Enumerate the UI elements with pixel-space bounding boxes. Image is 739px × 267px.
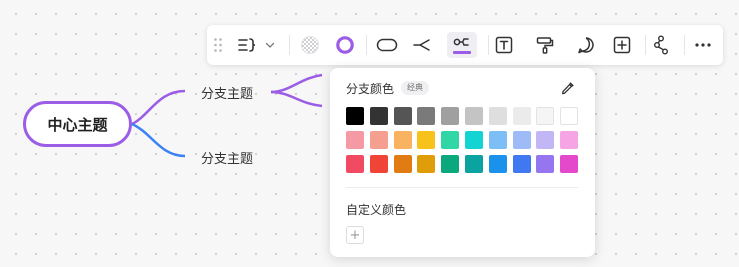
- comment-icon: [578, 37, 594, 54]
- color-swatch[interactable]: [417, 131, 436, 149]
- branch-color-palette: 分支颜色 经典 自定义颜色 +: [330, 68, 595, 257]
- relationship-icon: [654, 35, 668, 55]
- toolbar-divider: [366, 35, 367, 55]
- branch-topic-label: 分支主题: [201, 152, 254, 167]
- branch-topic-bottom[interactable]: 分支主题: [201, 148, 253, 167]
- floating-toolbar: [207, 25, 723, 65]
- color-swatch[interactable]: [417, 155, 436, 173]
- color-swatch[interactable]: [417, 107, 436, 125]
- color-swatch[interactable]: [441, 155, 460, 173]
- color-swatch[interactable]: [465, 107, 483, 125]
- format-painter-button[interactable]: [531, 32, 559, 58]
- color-swatch[interactable]: [488, 131, 507, 149]
- branch-line-bottom: [131, 122, 186, 158]
- format-painter-icon: [536, 37, 554, 54]
- color-swatch[interactable]: [560, 131, 579, 149]
- fill-color-icon: [301, 36, 319, 54]
- sub-branch-line-upper: [270, 73, 323, 94]
- more-button[interactable]: [689, 32, 717, 58]
- shape-button[interactable]: [373, 32, 401, 58]
- color-swatch[interactable]: [536, 107, 555, 125]
- center-topic-node[interactable]: 中心主题: [23, 101, 132, 147]
- color-swatch[interactable]: [346, 131, 364, 149]
- branch-color-icon: [453, 38, 471, 54]
- toolbar-divider: [289, 35, 290, 55]
- toolbar-divider: [684, 35, 685, 55]
- structure-dropdown-button[interactable]: [233, 32, 279, 58]
- insert-button[interactable]: [608, 32, 636, 58]
- toolbar-divider: [488, 35, 489, 55]
- insert-icon: [613, 36, 631, 54]
- color-swatch[interactable]: [560, 107, 579, 125]
- fill-color-button[interactable]: [296, 32, 324, 58]
- border-color-button[interactable]: [331, 32, 359, 58]
- text-icon: [495, 36, 513, 54]
- color-swatch[interactable]: [512, 131, 531, 149]
- toolbar-divider: [645, 35, 646, 55]
- color-swatch[interactable]: [560, 155, 579, 173]
- color-swatch[interactable]: [393, 155, 412, 173]
- add-custom-color-button[interactable]: +: [346, 226, 364, 244]
- relationship-button[interactable]: [648, 32, 676, 58]
- shape-icon: [376, 38, 398, 52]
- structure-icon: [238, 38, 256, 52]
- custom-color-label: 自定义颜色: [346, 203, 407, 217]
- color-swatch[interactable]: [488, 107, 507, 125]
- eyedropper-icon[interactable]: [560, 80, 576, 96]
- comment-button[interactable]: [572, 32, 600, 58]
- color-swatch[interactable]: [512, 107, 531, 125]
- drag-handle-icon[interactable]: [213, 37, 223, 53]
- palette-title: 分支颜色: [346, 82, 395, 96]
- color-swatch[interactable]: [512, 155, 531, 173]
- text-button[interactable]: [490, 32, 518, 58]
- branch-color-button[interactable]: [447, 32, 477, 58]
- branch-style-icon: [413, 39, 430, 51]
- color-swatch[interactable]: [465, 155, 483, 173]
- center-topic-label: 中心主题: [47, 115, 108, 134]
- color-swatch[interactable]: [441, 131, 460, 149]
- color-swatch[interactable]: [346, 155, 364, 173]
- sub-branch-line-lower: [270, 90, 323, 108]
- color-swatch[interactable]: [346, 107, 364, 125]
- branch-topic-label: 分支主题: [201, 87, 254, 102]
- branch-line-top: [131, 89, 186, 126]
- color-swatch[interactable]: [536, 155, 555, 173]
- color-swatch[interactable]: [488, 155, 507, 173]
- palette-divider: [346, 187, 578, 188]
- color-swatch[interactable]: [369, 131, 388, 149]
- border-color-icon: [336, 36, 354, 54]
- branch-style-button[interactable]: [408, 32, 436, 58]
- palette-theme-badge: 经典: [401, 81, 429, 95]
- color-swatch[interactable]: [536, 131, 555, 149]
- color-swatch[interactable]: [441, 107, 460, 125]
- color-swatch[interactable]: [369, 107, 388, 125]
- color-swatch[interactable]: [393, 107, 412, 125]
- color-swatch[interactable]: [393, 131, 412, 149]
- more-icon: [695, 43, 711, 47]
- plus-icon: +: [349, 227, 361, 243]
- chevron-down-icon: [265, 42, 275, 48]
- color-swatch[interactable]: [465, 131, 483, 149]
- branch-topic-top[interactable]: 分支主题: [201, 83, 253, 102]
- color-swatch[interactable]: [369, 155, 388, 173]
